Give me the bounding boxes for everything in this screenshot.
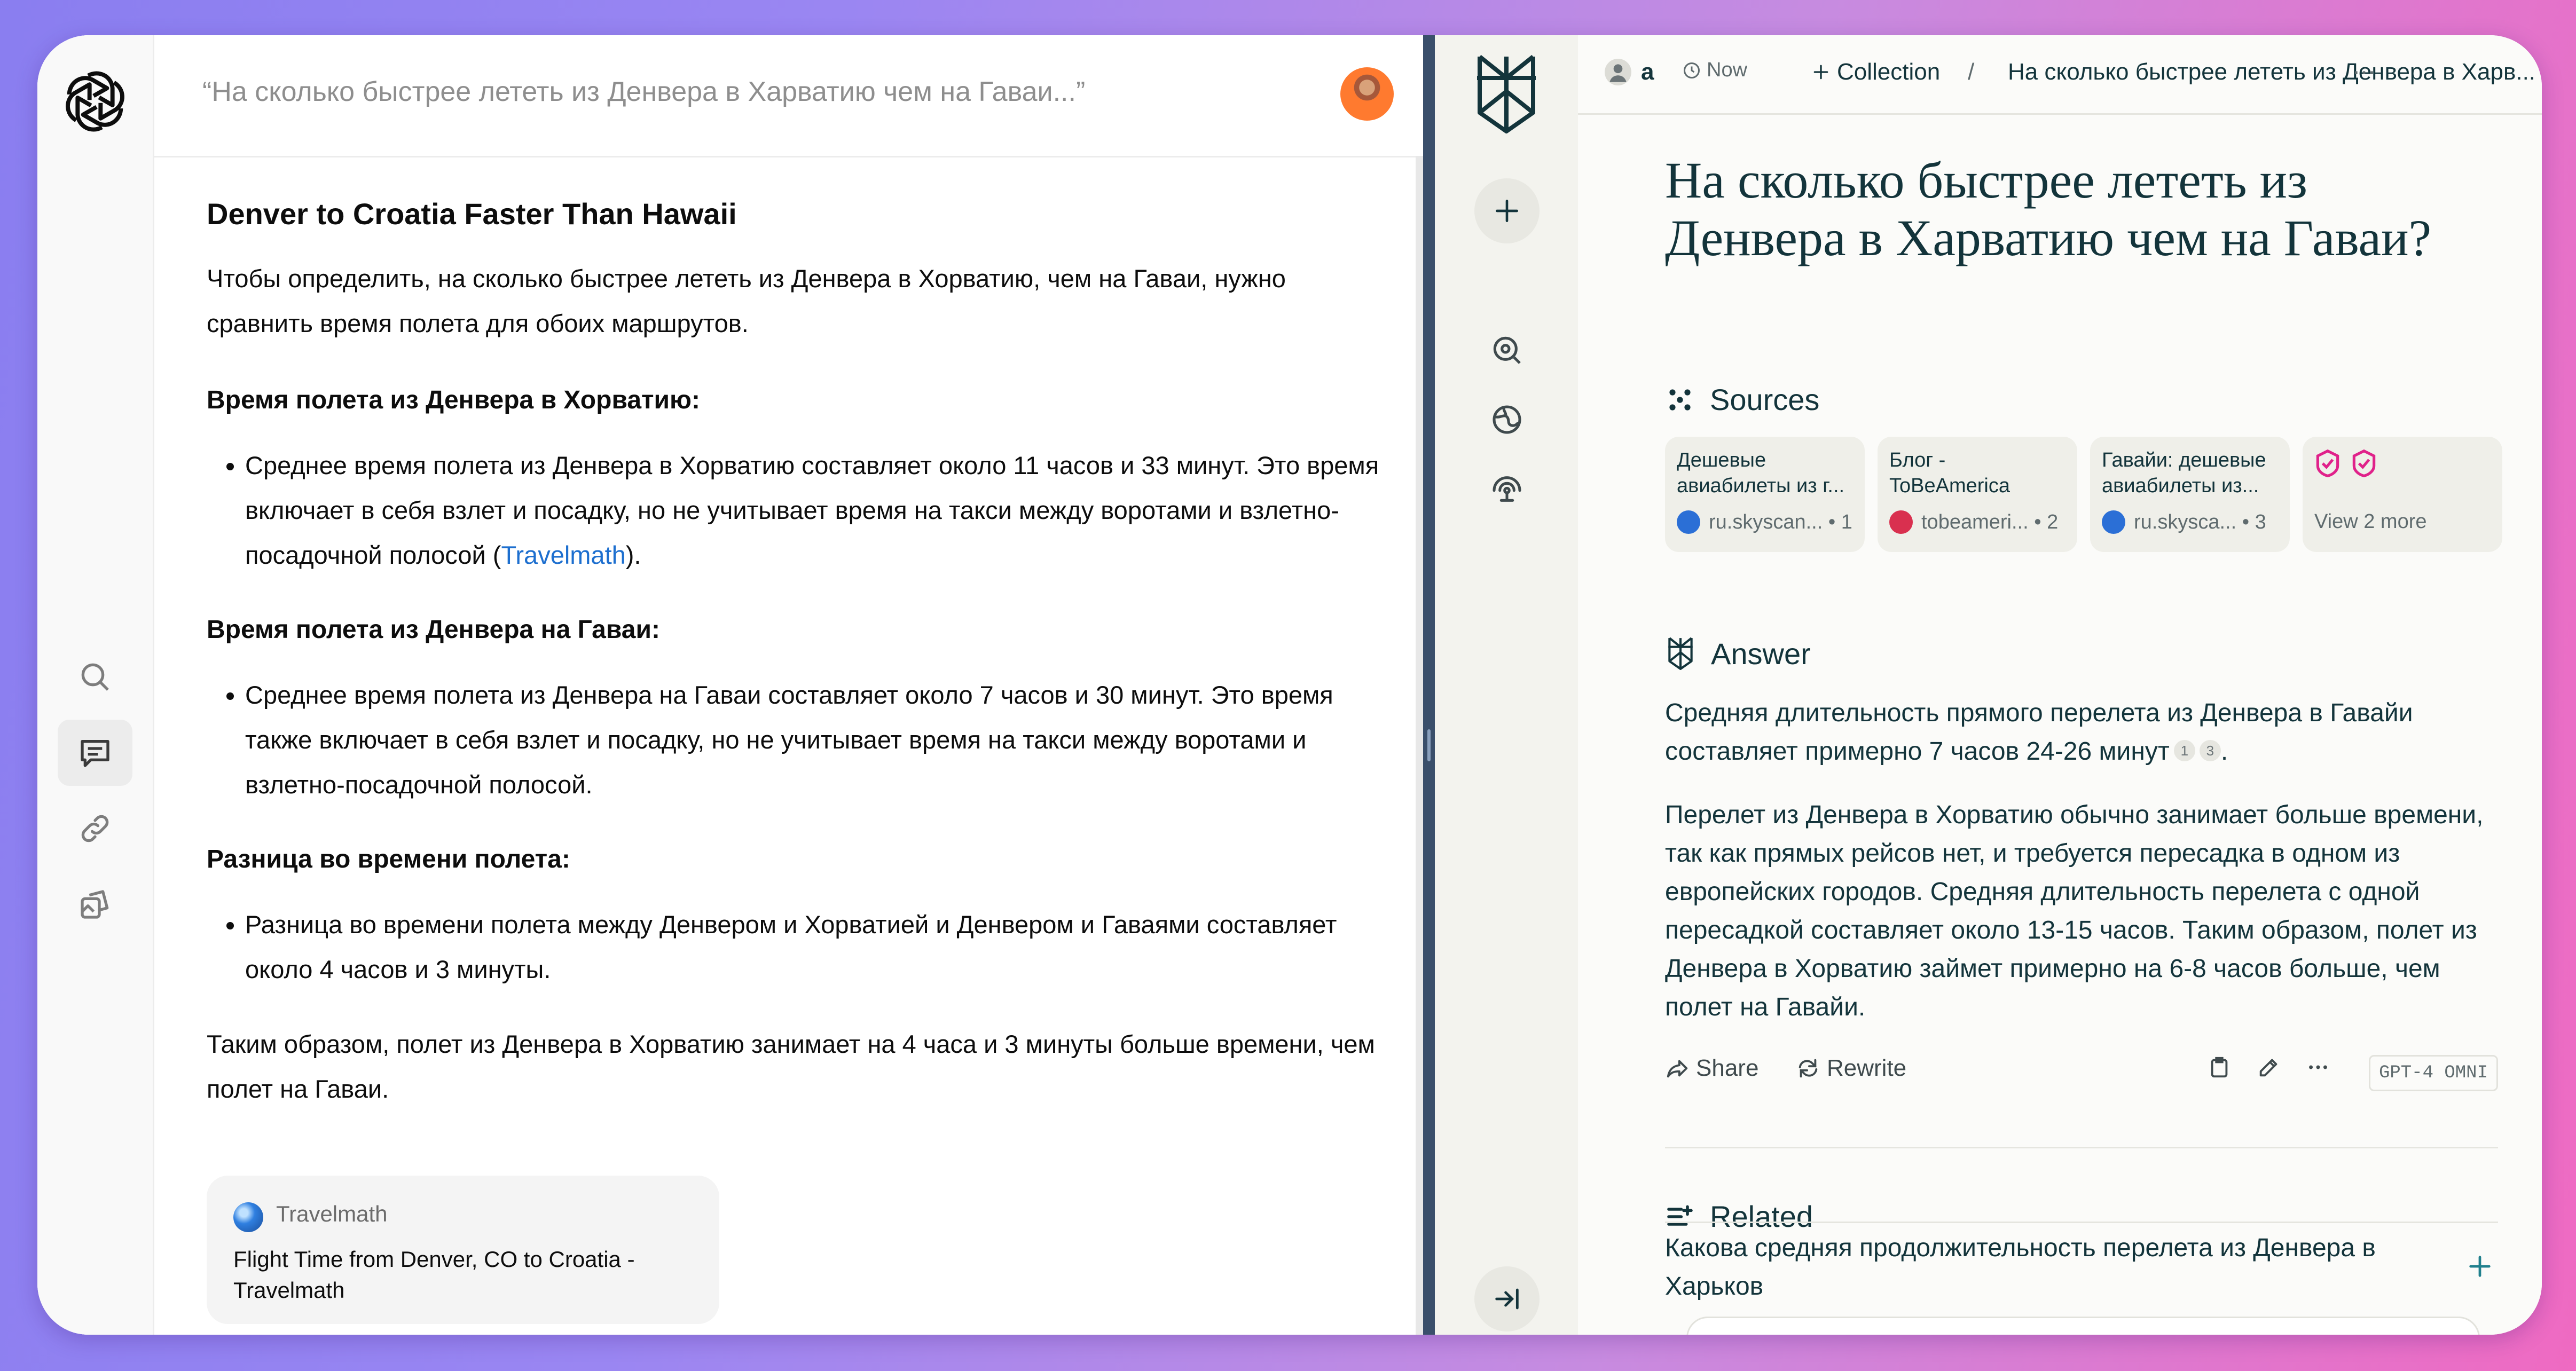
section-list: Разница во времени полета между Денвером… [207,902,1397,992]
perplexity-pane: a Now Collection / На сколько быстрее ле… [1435,35,2542,1335]
user-icon [1605,59,1631,85]
add-related-plus-icon[interactable] [2466,1252,2494,1283]
chatgpt-sidebar [37,35,154,1335]
related-question[interactable]: Какова средняя продолжительность перелет… [1665,1229,2413,1306]
split-divider[interactable] [1423,35,1435,1335]
add-to-collection-button[interactable]: Collection [1810,59,1940,85]
copy-icon[interactable] [2207,1055,2232,1080]
spaces-icon[interactable] [1483,465,1531,513]
answer-title: Denver to Croatia Faster Than Hawaii [207,197,737,231]
answer-actions: Share Rewrite GPT-4 OMNI [1665,1050,2498,1091]
answer-heading: Answer [1665,636,1811,671]
source-title: Блог - ToBeAmerica [1889,449,2010,497]
timestamp: Now [1682,59,1747,82]
source-meta: tobeameri... • 2 [1889,510,2058,534]
sources-icon [1669,389,1691,411]
skyscanner-favicon-icon [1677,510,1700,534]
conversation-query-title: “На сколько быстрее лететь из Денвера в … [202,76,1086,107]
share-button[interactable]: Share [1665,1055,1758,1082]
more-options-icon[interactable]: ⋯ [2352,59,2376,86]
section-divider [1665,1147,2498,1148]
chat-icon[interactable] [58,720,132,786]
user-avatar[interactable] [1340,67,1394,121]
link-icon[interactable] [58,795,132,862]
search-icon[interactable] [58,644,132,710]
citation-badge[interactable]: 1 [2173,740,2195,761]
skyscanner-favicon-icon [2102,510,2125,534]
list-item: Среднее время полета из Денвера в Хорват… [245,443,1397,578]
related-icon [1667,1205,1693,1226]
discover-globe-icon[interactable] [1483,396,1531,444]
source-meta: ru.skysca... • 3 [2102,510,2266,534]
source-title: Дешевые авиабилеты из г... [1677,449,1845,497]
answer-paragraph: Перелет из Денвера в Хорватию обычно зан… [1665,801,2484,1021]
perplexity-logo-icon[interactable] [1469,51,1544,137]
view-more-label: View 2 more [2314,510,2427,533]
divider-grip[interactable] [1427,729,1431,761]
perplexity-sidebar [1435,35,1578,1335]
home-search-icon[interactable] [1483,326,1531,374]
source-title: Гавайи: дешевые авиабилеты из... [2102,449,2266,497]
favicon-icon [2352,449,2376,477]
view-more-sources-button[interactable]: View 2 more [2303,437,2502,552]
tobeamerica-favicon-icon [1889,510,1913,534]
model-badge: GPT-4 OMNI [2368,1055,2498,1091]
app-window: “На сколько быстрее лететь из Денвера в … [37,35,2542,1335]
breadcrumb-separator: / [1968,59,1975,85]
list-item: Разница во времени полета между Денвером… [245,902,1397,992]
rewrite-icon [1799,1059,1818,1078]
new-thread-plus-icon[interactable] [1474,178,1540,243]
citation-badge[interactable]: 3 [2199,740,2221,761]
perplexity-topbar: a Now Collection / На сколько быстрее ле… [1578,35,2542,115]
source-favicons [2314,448,2377,478]
followup-input[interactable] [1686,1317,2480,1335]
source-card[interactable]: Блог - ToBeAmerica tobeameri... • 2 [1878,437,2077,552]
favicon-icon [2316,449,2339,477]
sources-heading: Sources [1665,382,1819,417]
answer-conclusion: Таким образом, полет из Денвера в Хорват… [207,1030,1375,1103]
chatgpt-answer: Denver to Croatia Faster Than Hawaii Что… [207,190,1397,1144]
expand-sidebar-icon[interactable] [1474,1266,1540,1331]
thread-title: На сколько быстрее лететь из Денвера в Х… [1665,152,2432,266]
section-list: Среднее время полета из Денвера на Гаваи… [207,673,1397,807]
share-icon [1667,1060,1688,1078]
perplexity-answer-icon [1668,637,1693,670]
plus-icon [1813,65,1828,80]
section-heading: Разница во времени полета: [207,845,570,873]
breadcrumb-thread-title: На сколько быстрее лететь из Денвера в Х… [2008,59,2536,85]
source-card[interactable]: Дешевые авиабилеты из г... ru.skyscan...… [1665,437,1865,552]
citation-link[interactable]: Travelmath [501,541,625,569]
source-meta: ru.skyscan... • 1 [1677,510,1852,534]
user-name: a [1641,59,1654,85]
chatgpt-pane: “На сколько быстрее лететь из Денвера в … [37,35,1423,1335]
source-site: Travelmath [276,1201,388,1226]
source-card[interactable]: Travelmath Flight Time from Denver, CO t… [207,1176,719,1324]
more-actions-icon[interactable] [2306,1055,2330,1080]
source-card[interactable]: Гавайи: дешевые авиабилеты из... ru.skys… [2090,437,2290,552]
globe-icon [233,1202,263,1232]
sources-row: Дешевые авиабилеты из г... ru.skyscan...… [1665,437,2502,552]
scrollbar[interactable] [1416,156,1423,1335]
openai-logo-icon[interactable] [58,64,132,139]
rewrite-button[interactable]: Rewrite [1796,1055,1906,1082]
chatgpt-header: “На сколько быстрее лететь из Денвера в … [154,35,1423,157]
answer-intro: Чтобы определить, на сколько быстрее лет… [207,264,1286,337]
section-heading: Время полета из Денвера в Хорватию: [207,386,700,414]
images-icon[interactable] [58,871,132,937]
source-title: Flight Time from Denver, CO to Croatia -… [233,1247,635,1303]
section-divider [1665,1222,2498,1223]
edit-icon[interactable] [2257,1055,2281,1080]
section-heading: Время полета из Денвера на Гаваи: [207,616,660,644]
section-list: Среднее время полета из Денвера в Хорват… [207,443,1397,578]
user-chip[interactable]: a [1605,59,1654,85]
answer-paragraph: Средняя длительность прямого перелета из… [1665,699,2413,766]
list-item: Среднее время полета из Денвера на Гаваи… [245,673,1397,807]
clock-icon [1684,62,1700,78]
